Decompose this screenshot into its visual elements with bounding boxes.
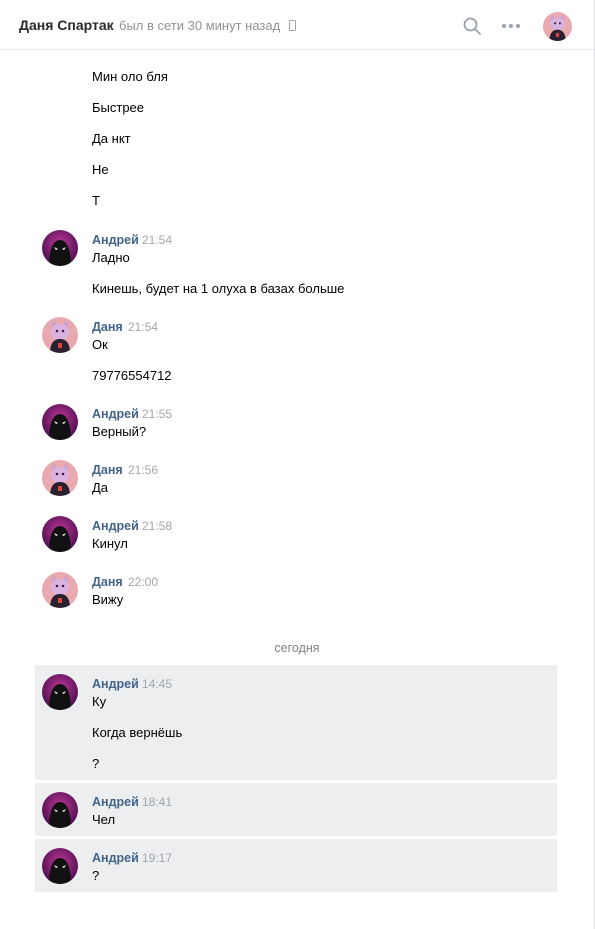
message-time[interactable]: 22:00: [128, 575, 158, 589]
message-time[interactable]: 18:41: [142, 795, 172, 809]
message-text: Кинешь, будет на 1 олуха в базах больше: [92, 281, 345, 296]
message-time[interactable]: 21:56: [128, 463, 158, 477]
message-time[interactable]: 14:45: [142, 677, 172, 691]
message-author[interactable]: Андрей: [92, 407, 139, 421]
contact-avatar[interactable]: [543, 12, 572, 41]
message-time[interactable]: 21:58: [142, 519, 172, 533]
message-text: Да: [92, 480, 109, 495]
contact-name[interactable]: Даня Спартак: [19, 17, 114, 33]
unread-message-group[interactable]: [35, 839, 557, 892]
avatar[interactable]: [42, 674, 78, 710]
avatar[interactable]: [42, 792, 78, 828]
avatar[interactable]: [42, 516, 78, 552]
message-text: Ку: [92, 694, 107, 709]
message-text: 79776554712: [92, 368, 172, 383]
message-time[interactable]: 19:17: [142, 851, 172, 865]
message-author[interactable]: Андрей: [92, 233, 139, 247]
more-icon[interactable]: [500, 17, 522, 35]
message-text: Ладно: [92, 250, 130, 265]
message-text: Мин оло бля: [92, 69, 168, 84]
message-text: Быстрее: [92, 100, 145, 115]
message-author[interactable]: Андрей: [92, 677, 139, 691]
avatar[interactable]: [42, 848, 78, 884]
message-text: ?: [92, 868, 100, 883]
message-time[interactable]: 21:55: [142, 407, 172, 421]
message-time[interactable]: 21:54: [128, 320, 158, 334]
unread-message-group[interactable]: [35, 783, 557, 836]
message-text: Вижу: [92, 592, 124, 607]
message-author[interactable]: Андрей: [92, 795, 139, 809]
message-text: Когда вернёшь: [92, 725, 183, 740]
message-text: Чел: [92, 812, 116, 827]
message-text: Т: [92, 193, 100, 208]
chat-window: Даня Спартак был в сети 30 минут назад М…: [0, 0, 595, 929]
message-text: Да нкт: [92, 131, 131, 146]
message-text: Не: [92, 162, 109, 177]
message-author[interactable]: Андрей: [92, 851, 139, 865]
avatar[interactable]: [42, 460, 78, 496]
avatar[interactable]: [42, 230, 78, 266]
avatar[interactable]: [42, 317, 78, 353]
search-icon[interactable]: [463, 17, 481, 35]
message-author[interactable]: Даня: [92, 320, 123, 334]
message-author[interactable]: Андрей: [92, 519, 139, 533]
message-author[interactable]: Даня: [92, 575, 123, 589]
message-author[interactable]: Даня: [92, 463, 123, 477]
online-status: был в сети 30 минут назад: [119, 18, 281, 33]
avatar[interactable]: [42, 404, 78, 440]
phone-icon: [289, 20, 296, 31]
chat-header: Даня Спартак был в сети 30 минут назад: [0, 0, 594, 50]
message-time[interactable]: 21:54: [142, 233, 172, 247]
date-separator: сегодня: [274, 641, 320, 655]
message-text: Ок: [92, 337, 108, 352]
message-text: ?: [92, 756, 100, 771]
message-text: Верный?: [92, 424, 147, 439]
avatar[interactable]: [42, 572, 78, 608]
message-text: Кинул: [92, 536, 128, 551]
